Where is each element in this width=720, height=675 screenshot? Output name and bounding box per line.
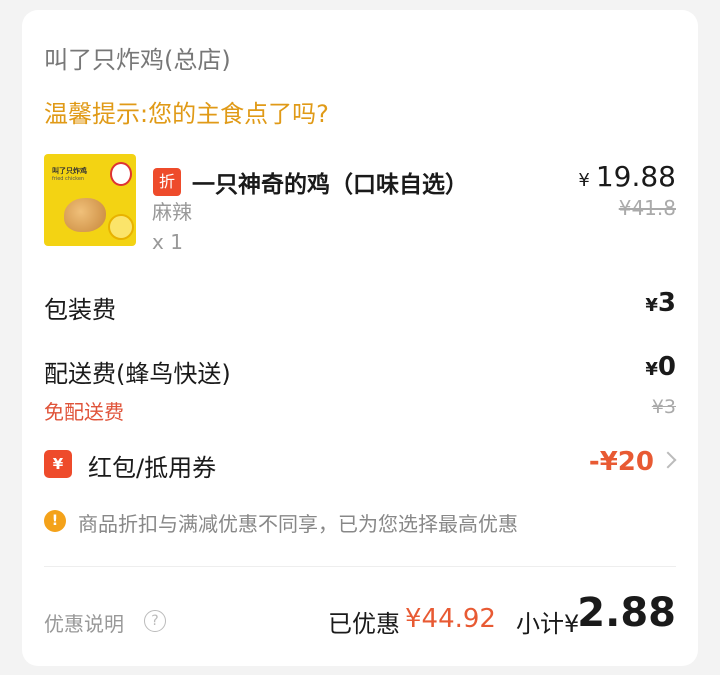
item-price-currency: ¥ (578, 170, 590, 191)
order-card: 叫了只炸鸡(总店) 温馨提示:您的主食点了吗? 叫了只炸鸡 fried chic… (22, 10, 698, 666)
item-price-value: 19.88 (595, 160, 676, 193)
delivery-fee-label: 配送费(蜂鸟快送) (44, 360, 231, 388)
discount-badge: 折 (153, 168, 181, 196)
delivery-original-fee: ¥3 (651, 396, 676, 418)
coin-logo (108, 214, 134, 240)
warning-icon: ! (44, 510, 66, 532)
meal-tip: 温馨提示:您的主食点了吗? (44, 100, 329, 128)
subtotal-label: 小计¥ (516, 610, 580, 638)
packaging-amount: 3 (657, 288, 676, 318)
shop-name[interactable]: 叫了只炸鸡(总店) (44, 40, 231, 75)
help-icon[interactable]: ? (144, 610, 166, 632)
delivery-amount: 0 (657, 352, 676, 382)
free-delivery-label: 免配送费 (44, 400, 124, 424)
item-original-price: ¥41.8 (618, 196, 676, 220)
rooster-logo (110, 162, 132, 186)
discount-explanation-link[interactable]: 优惠说明 (44, 608, 124, 637)
delivery-currency: ¥ (645, 359, 658, 380)
chevron-right-icon[interactable] (659, 451, 677, 469)
item-price: ¥19.88 (578, 160, 676, 193)
coupon-label[interactable]: 红包/抵用券 (88, 448, 216, 483)
divider (44, 566, 676, 567)
subtotal-value: 2.88 (577, 590, 676, 636)
packaging-fee-value: ¥3 (645, 288, 676, 318)
saved-value: ¥44.92 (405, 604, 496, 634)
packaging-currency: ¥ (645, 295, 658, 316)
item-name[interactable]: 一只神奇的鸡（口味自选） (192, 165, 468, 199)
item-quantity: x 1 (152, 230, 183, 254)
delivery-fee-value: ¥0 (645, 352, 676, 382)
packaging-fee-label: 包装费 (44, 296, 116, 324)
item-thumbnail[interactable]: 叫了只炸鸡 fried chicken (44, 154, 136, 246)
saved-label: 已优惠 (328, 610, 400, 638)
item-spec: 麻辣 (152, 200, 192, 224)
coupon-value[interactable]: -¥20 (589, 447, 654, 477)
coupon-icon: ¥ (44, 450, 72, 478)
discount-notice: 商品折扣与满减优惠不同享，已为您选择最高优惠 (78, 512, 518, 536)
thumbnail-sub-text: fried chicken (52, 176, 85, 182)
thumbnail-brand-text: 叫了只炸鸡 (52, 167, 87, 175)
fried-chicken-image (64, 198, 106, 232)
